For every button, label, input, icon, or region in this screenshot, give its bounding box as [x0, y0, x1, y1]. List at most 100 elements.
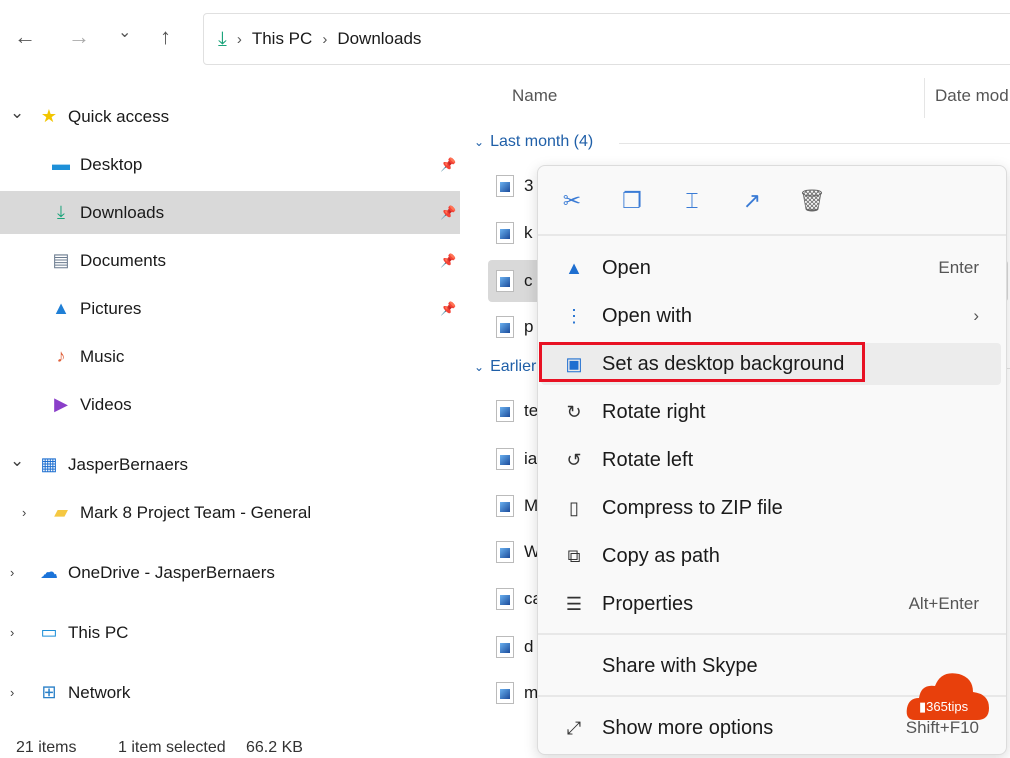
nav-item-this-pc[interactable]: › ▭ This PC [0, 611, 460, 654]
shortcut-text: Enter [938, 258, 979, 277]
breadcrumb-downloads[interactable]: Downloads [337, 29, 421, 49]
chevron-right-icon[interactable]: › [10, 625, 14, 640]
column-divider[interactable] [924, 78, 925, 118]
file-name: k [524, 223, 533, 242]
address-bar[interactable]: ⤓ › This PC › Downloads [203, 13, 1010, 65]
file-name: 3 [524, 176, 534, 195]
forward-button[interactable]: → [68, 24, 90, 50]
breadcrumb-separator: › [322, 30, 328, 48]
cloud-icon: ☁ [40, 562, 58, 582]
image-file-icon [496, 222, 514, 244]
nav-item-videos[interactable]: ▶ Videos [0, 383, 460, 426]
nav-item-label: Network [68, 682, 131, 702]
menu-item-rotate-left[interactable]: ↺ Rotate left [541, 439, 1001, 481]
properties-icon: ☰ [565, 593, 583, 614]
cut-icon[interactable]: ✂ [557, 186, 587, 216]
menu-item-label: Compress to ZIP file [602, 496, 783, 519]
folder-icon: ▰ [54, 502, 68, 522]
nav-item-network[interactable]: › ⊞ Network [0, 671, 460, 714]
breadcrumb-separator: › [236, 30, 242, 48]
pin-icon[interactable]: 📌 [440, 157, 456, 173]
share-icon[interactable]: ↗ [737, 186, 767, 216]
menu-item-label: Open [602, 256, 651, 279]
chevron-right-icon[interactable]: › [10, 565, 14, 580]
menu-item-label: Open with [602, 304, 693, 327]
breadcrumb-this-pc[interactable]: This PC [252, 29, 312, 49]
rotate-left-icon: ↺ [566, 449, 582, 470]
chevron-right-icon[interactable]: › [22, 505, 26, 520]
image-file-icon [496, 175, 514, 197]
nav-item-music[interactable]: ♪ Music [0, 335, 460, 378]
chevron-right-icon: › [973, 306, 979, 325]
zip-icon: ▯ [569, 497, 579, 518]
nav-item-label: Quick access [68, 106, 170, 126]
videos-icon: ▶ [54, 394, 68, 414]
pin-icon[interactable]: 📌 [440, 253, 456, 269]
file-name: d [524, 637, 534, 656]
image-file-icon [496, 400, 514, 422]
svg-text:▮365tips: ▮365tips [919, 699, 969, 714]
group-label: Last month (4) [490, 133, 594, 150]
status-selected: 1 item selected [118, 739, 226, 756]
pin-icon[interactable]: 📌 [440, 301, 456, 317]
nav-item-onedrive-jasperbernaers[interactable]: › ☁ OneDrive - JasperBernaers [0, 551, 460, 594]
file-name: p [524, 317, 534, 336]
highlight-annotation [539, 342, 865, 382]
image-file-icon [496, 495, 514, 517]
nav-item-label: Downloads [80, 202, 165, 222]
rename-icon[interactable]: ⌶ [677, 186, 707, 216]
copy-icon[interactable]: ❐ [617, 186, 647, 216]
nav-item-label: OneDrive - JasperBernaers [68, 562, 275, 582]
chevron-down-icon[interactable]: ⌄ [10, 103, 24, 123]
menu-separator [538, 234, 1006, 236]
show-more-icon: ⤢ [566, 717, 582, 738]
document-icon: ▤ [52, 250, 70, 270]
file-name: ia [524, 449, 538, 468]
context-menu: ✂ ❐ ⌶ ↗ 🗑 ▲ Open Enter ⋮ Open with › ▣ Set as deskt… [537, 165, 1007, 755]
nav-item-documents[interactable]: ▤ Documents 📌 [0, 239, 460, 282]
menu-item-label: Properties [602, 592, 694, 615]
pin-icon[interactable]: 📌 [440, 205, 456, 221]
menu-item-compress-to-zip-file[interactable]: ▯ Compress to ZIP file [541, 487, 1001, 529]
nav-item-label: This PC [68, 622, 129, 642]
column-header-name[interactable]: Name [512, 86, 557, 106]
copy-path-icon: ⧉ [567, 545, 581, 566]
nav-item-quick-access[interactable]: ⌄ ★ Quick access [0, 95, 460, 138]
nav-item-label: Documents [80, 250, 166, 270]
delete-icon[interactable]: 🗑 [797, 186, 827, 216]
building-icon: ▦ [40, 454, 58, 474]
download-icon: ⤓ [57, 202, 65, 222]
menu-item-label: Copy as path [602, 544, 720, 567]
nav-item-label: Mark 8 Project Team - General [80, 502, 312, 522]
nav-item-mark-8-project-team-general[interactable]: › ▰ Mark 8 Project Team - General [0, 491, 460, 534]
back-button[interactable]: ← [14, 24, 36, 50]
chevron-down-icon[interactable]: ⌄ [10, 451, 24, 471]
up-button[interactable]: ↑ [160, 24, 171, 50]
image-file-icon [496, 588, 514, 610]
nav-item-downloads[interactable]: ⤓ Downloads 📌 [0, 191, 460, 234]
nav-item-jasperbernaers[interactable]: ⌄ ▦ JasperBernaers [0, 443, 460, 486]
recent-locations-button[interactable]: ⌄ [118, 22, 131, 42]
menu-item-open[interactable]: ▲ Open Enter [541, 247, 1001, 289]
image-file-icon [496, 541, 514, 563]
chevron-down-icon: ⌄ [474, 135, 485, 149]
menu-item-copy-as-path[interactable]: ⧉ Copy as path [541, 535, 1001, 577]
menu-item-open-with[interactable]: ⋮ Open with › [541, 295, 1001, 337]
status-item-count: 21 items [16, 739, 77, 756]
chevron-right-icon[interactable]: › [10, 685, 14, 700]
menu-item-properties[interactable]: ☰ Properties Alt+Enter [541, 583, 1001, 625]
menu-item-label: Show more options [602, 716, 774, 739]
nav-item-pictures[interactable]: ▲ Pictures 📌 [0, 287, 460, 330]
menu-item-rotate-right[interactable]: ↻ Rotate right [541, 391, 1001, 433]
open-with-icon: ⋮ [565, 305, 583, 326]
nav-item-label: Pictures [80, 298, 142, 318]
column-header-date[interactable]: Date mod [935, 86, 1009, 106]
group-header[interactable]: ⌄ Earlier [474, 358, 1010, 376]
music-icon: ♪ [56, 346, 66, 366]
image-file-icon [496, 316, 514, 338]
rotate-right-icon: ↻ [566, 401, 582, 422]
nav-item-label: Desktop [80, 154, 143, 174]
nav-item-desktop[interactable]: ▬ Desktop 📌 [0, 143, 460, 186]
desktop-icon: ▬ [52, 154, 70, 174]
group-header[interactable]: ⌄ Last month (4) [474, 133, 1010, 151]
